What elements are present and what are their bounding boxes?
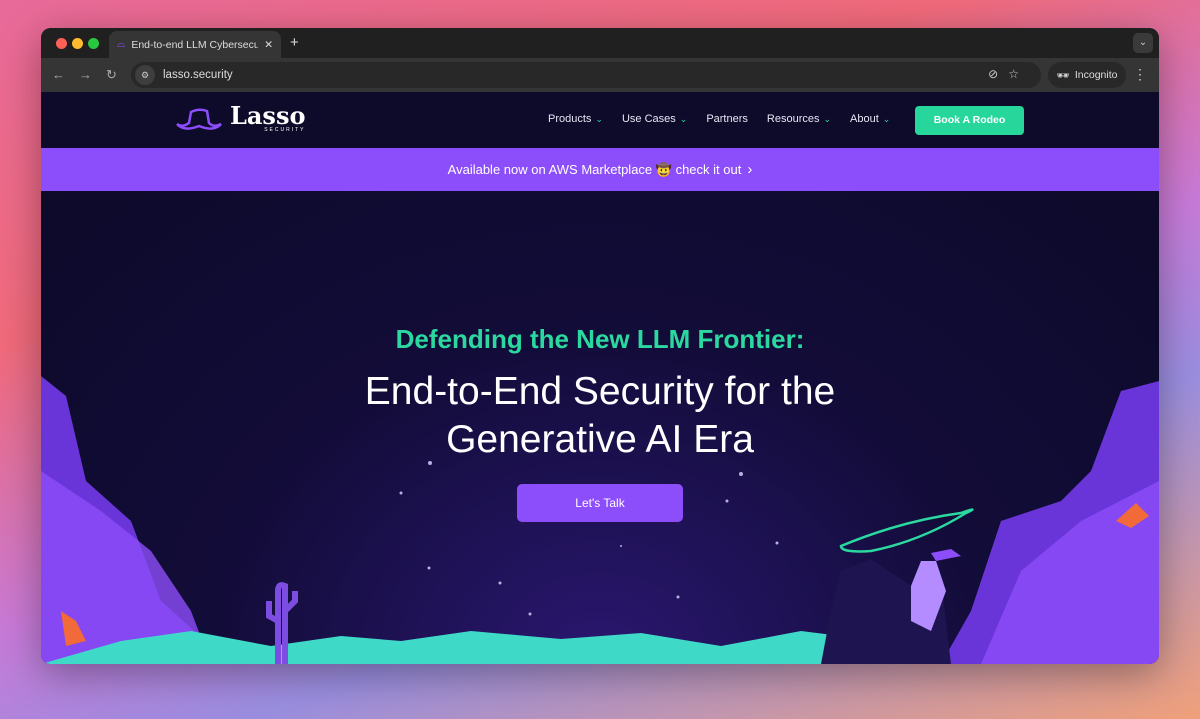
hero-section: Defending the New LLM Frontier: End-to-E… [41, 191, 1159, 664]
ground [41, 631, 941, 664]
tab-title: End-to-end LLM Cybersecurity [131, 38, 259, 51]
eye-off-icon[interactable]: ⊘ [988, 67, 1008, 81]
hero-headline: End-to-End Security for the Generative AI… [364, 370, 836, 461]
kebab-menu-icon[interactable]: ⋮ [1133, 66, 1147, 83]
chevron-down-icon: ⌄ [823, 114, 832, 124]
nav-use-cases[interactable]: Use Cases ⌄ [622, 113, 687, 125]
browser-toolbar: ← → ↻ ⚙ lasso.security ⊘☆ 🕶 Incognito ⋮ [41, 58, 1159, 92]
book-a-rodeo-button[interactable]: Book A Rodeo [915, 106, 1024, 135]
hat-favicon-icon: ⌓ [117, 38, 126, 50]
incognito-icon: 🕶 [1056, 69, 1070, 82]
cowboy-hat-icon [176, 107, 222, 130]
lasso-logo[interactable]: Lasso SECURITY [174, 104, 305, 133]
main-nav: Products ⌄ Use Cases ⌄ Partners Resources ⌄… [548, 113, 890, 125]
incognito-button[interactable]: 🕶 Incognito [1048, 62, 1126, 88]
close-window-button[interactable] [56, 38, 67, 49]
nav-resources[interactable]: Resources ⌄ [767, 113, 831, 125]
new-tab-icon[interactable]: + [290, 34, 299, 51]
browser-tab[interactable]: ⌓ End-to-end LLM Cybersecurity ✕ [109, 31, 281, 58]
maximize-window-button[interactable] [88, 38, 99, 49]
url-text[interactable]: lasso.security [163, 69, 233, 81]
tab-bar: ⌓ End-to-end LLM Cybersecurity ✕ + ⌄ [41, 28, 1159, 58]
announcement-banner[interactable]: Available now on AWS Marketplace 🤠 check… [41, 148, 1159, 191]
lets-talk-button[interactable]: Let's Talk [517, 484, 683, 522]
lasso-rope [839, 508, 974, 553]
nav-partners[interactable]: Partners [706, 113, 748, 125]
bookmark-star-icon[interactable]: ☆ [1008, 67, 1029, 81]
forward-icon[interactable]: → [79, 67, 92, 82]
chevron-right-icon: › [747, 161, 753, 178]
minimize-window-button[interactable] [72, 38, 83, 49]
browser-window: ⌓ End-to-end LLM Cybersecurity ✕ + ⌄ ← →… [41, 28, 1159, 664]
chevron-down-icon: ⌄ [595, 114, 603, 124]
incognito-label: Incognito [1074, 69, 1118, 81]
logo-word: Lasso [230, 101, 306, 130]
rider-hat [931, 549, 961, 561]
banner-text[interactable]: Available now on AWS Marketplace 🤠 check… [448, 162, 742, 178]
nav-about[interactable]: About ⌄ [850, 113, 890, 125]
hero-kicker: Defending the New LLM Frontier: [395, 324, 805, 354]
chevron-down-icon: ⌄ [679, 114, 688, 124]
tab-search-chevron-icon[interactable]: ⌄ [1133, 33, 1153, 53]
back-icon[interactable]: ← [52, 67, 65, 82]
address-bar[interactable]: ⚙ lasso.security ⊘☆ [131, 62, 1041, 88]
reload-icon[interactable]: ↻ [106, 67, 117, 83]
chevron-down-icon: ⌄ [882, 114, 891, 124]
close-tab-icon[interactable]: ✕ [264, 39, 273, 51]
site-header: Lasso SECURITY Products ⌄ Use Cases ⌄ Partn… [41, 92, 1159, 148]
nav-products[interactable]: Products ⌄ [548, 113, 603, 125]
site-settings-icon[interactable]: ⚙ [135, 65, 155, 85]
